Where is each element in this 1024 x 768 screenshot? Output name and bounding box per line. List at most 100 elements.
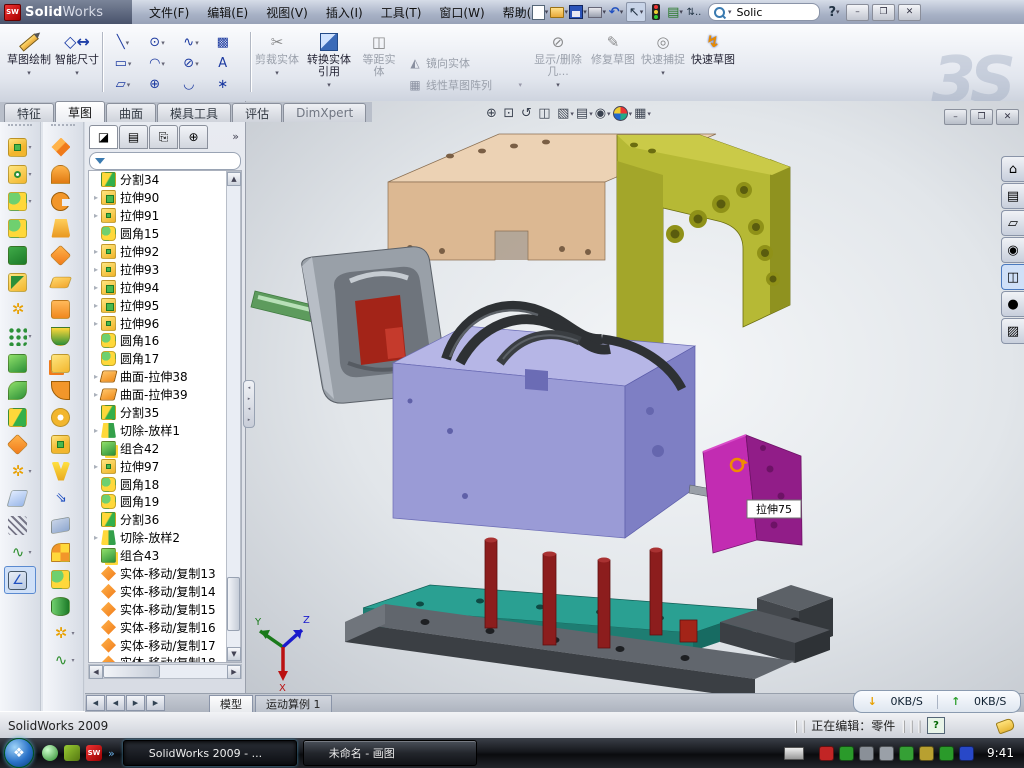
panel-splitter-handle[interactable]: ◂▸◂▸ bbox=[243, 380, 255, 428]
surface-tool-button[interactable]: ▾ bbox=[48, 512, 78, 538]
tab-nav-button[interactable]: ◀ bbox=[86, 695, 105, 711]
menu-item[interactable]: 插入(I) bbox=[317, 1, 372, 24]
search-box[interactable]: ▾ bbox=[708, 3, 820, 21]
surface-tool-button[interactable]: ▾ bbox=[48, 161, 78, 187]
feature-tree-item[interactable]: 拉伸90 bbox=[89, 189, 241, 207]
expand-arrow-icon[interactable] bbox=[91, 247, 101, 256]
surface-tool-button[interactable]: ▾ bbox=[48, 242, 78, 268]
doc-minimize-button[interactable]: – bbox=[944, 109, 967, 125]
ribbon-tab[interactable]: 特征 bbox=[4, 103, 54, 122]
feature-tree-item[interactable]: 圆角18 bbox=[89, 475, 241, 493]
file-explorer[interactable]: ▱ bbox=[1001, 210, 1024, 236]
sync-status[interactable] bbox=[959, 746, 974, 761]
feature-tool-button[interactable]: ▾ bbox=[5, 350, 35, 376]
feature-tree-item[interactable]: 圆角16 bbox=[89, 332, 241, 350]
feature-tree-item[interactable]: 实体-移动/复制13 bbox=[89, 565, 241, 583]
feature-tree-item[interactable]: 曲面-拉伸38 bbox=[89, 368, 241, 386]
sketch-picture-tool[interactable]: ▩▾ bbox=[208, 32, 242, 53]
expand-arrow-icon[interactable] bbox=[91, 211, 101, 220]
pin-icon[interactable]: ⌖ bbox=[512, 3, 530, 21]
3d-model-view[interactable]: Y Z X 拉伸75 bbox=[250, 101, 1024, 693]
feature-tool-button[interactable]: ▾ bbox=[5, 377, 35, 403]
feature-tool-button[interactable]: ▾ bbox=[5, 512, 35, 538]
trim-entities-button[interactable]: ✂ 剪裁实体▾ bbox=[254, 27, 300, 97]
feature-tool-button[interactable]: ▾ bbox=[5, 161, 35, 187]
feature-tree-item[interactable]: 分割35 bbox=[89, 404, 241, 422]
convert-entities-button[interactable]: 转换实体引用▾ bbox=[303, 27, 355, 97]
custom-properties[interactable]: ▨ bbox=[1001, 318, 1024, 344]
ribbon-tab[interactable]: DimXpert bbox=[283, 103, 366, 122]
tree-filter-box[interactable] bbox=[89, 152, 241, 170]
network-warning[interactable] bbox=[919, 746, 934, 761]
toolbar-grip[interactable] bbox=[8, 124, 32, 132]
horizontal-scroll-thumb[interactable] bbox=[103, 665, 160, 678]
feature-tree-item[interactable]: 分割34 bbox=[89, 171, 241, 189]
surface-tool-button[interactable]: ▾ bbox=[48, 377, 78, 403]
feature-tool-button[interactable]: ▾ bbox=[5, 134, 35, 160]
update-gear[interactable] bbox=[859, 746, 874, 761]
linear-sketch-pattern-button[interactable]: ▦线性草图阵列▾ bbox=[404, 74, 522, 96]
security-shield[interactable] bbox=[839, 746, 854, 761]
appearances-sphere[interactable]: ● bbox=[1001, 291, 1024, 317]
tab-nav-button[interactable]: ▶ bbox=[146, 695, 165, 711]
quicklaunch-app-icon[interactable] bbox=[64, 745, 80, 761]
surface-tool-button[interactable]: ▾ bbox=[48, 134, 78, 160]
search-input[interactable] bbox=[735, 5, 799, 20]
dimxpertmanager-tab[interactable]: ⊕ bbox=[179, 125, 208, 149]
feature-tree-item[interactable]: 组合42 bbox=[89, 439, 241, 457]
ribbon-tab[interactable]: 评估 bbox=[232, 103, 282, 122]
feature-tool-button[interactable]: ▾ bbox=[4, 566, 36, 594]
feature-tree-item[interactable]: 实体-移动/复制17 bbox=[89, 636, 241, 654]
hide-show-items[interactable]: ◉▾ bbox=[595, 106, 611, 121]
ribbon-tab[interactable]: 模具工具 bbox=[157, 103, 231, 122]
surface-tool-button[interactable]: ▾ bbox=[48, 593, 78, 619]
taskbar-window-button[interactable]: SolidWorks 2009 - ... bbox=[123, 740, 297, 766]
surface-tool-button[interactable]: ▾ bbox=[48, 350, 78, 376]
propertymanager-tab[interactable]: ▤ bbox=[119, 125, 148, 149]
feature-tool-button[interactable]: ▾ bbox=[5, 269, 35, 295]
scroll-left-button[interactable]: ◀ bbox=[89, 665, 103, 679]
feature-tree-item[interactable]: 曲面-拉伸39 bbox=[89, 386, 241, 404]
surface-tool-button[interactable]: ▾ bbox=[48, 296, 78, 322]
feature-tree-item[interactable]: 分割36 bbox=[89, 511, 241, 529]
feature-tree-item[interactable]: 切除-放样2 bbox=[89, 529, 241, 547]
view-palette[interactable]: ◫ bbox=[1001, 264, 1024, 290]
ribbon-tab[interactable]: 曲面 bbox=[106, 103, 156, 122]
close-button[interactable]: ✕ bbox=[898, 4, 921, 21]
antivirus-shield[interactable] bbox=[819, 746, 834, 761]
smart-dimension-button[interactable]: ◇↔ 智能尺寸▾ bbox=[54, 27, 100, 97]
feature-tree-item[interactable]: 组合43 bbox=[89, 547, 241, 565]
feature-tree-item[interactable]: 实体-移动/复制18 bbox=[89, 654, 241, 663]
feature-tree-item[interactable]: 拉伸91 bbox=[89, 207, 241, 225]
expand-arrow-icon[interactable] bbox=[91, 301, 101, 310]
configurationmanager-tab[interactable]: ⎘ bbox=[149, 125, 178, 149]
feature-tree-item[interactable]: 圆角15 bbox=[89, 225, 241, 243]
mirror-entities-button[interactable]: ◭镜向实体 bbox=[404, 52, 522, 74]
expand-arrow-icon[interactable] bbox=[91, 319, 101, 328]
spline-tool[interactable]: ∿▾ bbox=[174, 32, 208, 53]
menu-item[interactable]: 窗口(W) bbox=[430, 1, 493, 24]
section-view[interactable]: ◫▾ bbox=[538, 106, 555, 121]
sketch-button[interactable]: 草图绘制▾ bbox=[6, 27, 52, 97]
more-commands-button[interactable]: ⇅.. bbox=[685, 3, 703, 21]
expand-arrow-icon[interactable] bbox=[91, 462, 101, 471]
solidworks-resources[interactable]: ◉ bbox=[1001, 237, 1024, 263]
expand-arrow-icon[interactable] bbox=[91, 533, 101, 542]
feature-tree-item[interactable]: 实体-移动/复制15 bbox=[89, 600, 241, 618]
document-tab[interactable]: 模型 bbox=[209, 695, 253, 712]
text-tool[interactable]: A▾ bbox=[208, 53, 242, 74]
surface-tool-button[interactable]: ▾ bbox=[48, 269, 78, 295]
previous-view[interactable]: ↺▾ bbox=[521, 106, 536, 121]
feature-tree-item[interactable]: 拉伸92 bbox=[89, 243, 241, 261]
home[interactable]: ⌂ bbox=[1001, 156, 1024, 182]
view-orientation[interactable]: ▧▾ bbox=[557, 106, 574, 121]
tab-nav-button[interactable]: ◀ bbox=[106, 695, 125, 711]
feature-tree-item[interactable]: 拉伸95 bbox=[89, 296, 241, 314]
expand-arrow-icon[interactable] bbox=[91, 426, 101, 435]
feature-tool-button[interactable]: ▾ bbox=[5, 539, 35, 565]
feature-tool-button[interactable]: ▾ bbox=[5, 485, 35, 511]
offset-entities-button[interactable]: ◫ 等距实体 bbox=[358, 27, 400, 97]
status-help-icon[interactable]: ? bbox=[927, 717, 945, 734]
repair-sketch-button[interactable]: ✎ 修复草图 bbox=[590, 27, 636, 97]
doc-close-button[interactable]: ✕ bbox=[996, 109, 1019, 125]
